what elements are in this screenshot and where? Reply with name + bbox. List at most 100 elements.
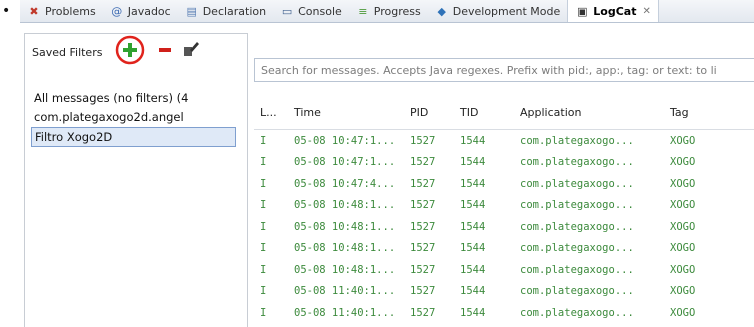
cell-time: 05-08 11:40:1... bbox=[294, 306, 396, 319]
cell-tid: 1544 bbox=[460, 285, 486, 298]
cell-tid: 1544 bbox=[460, 242, 486, 255]
cell-tag: XOGO bbox=[670, 199, 696, 212]
column-header-tag[interactable]: Tag bbox=[664, 95, 754, 130]
cell-tag: XOGO bbox=[670, 263, 696, 276]
development-mode-icon: ◆ bbox=[437, 4, 446, 18]
cell-tag: XOGO bbox=[670, 242, 696, 255]
table-row[interactable]: I 05-08 11:40:1... 1527 1544 com.plategaxogo… bbox=[254, 281, 754, 303]
column-header-pid[interactable]: PID bbox=[404, 95, 454, 130]
problems-icon: ✖ bbox=[29, 4, 39, 18]
log-table: L... Time PID TID Application Tag I 05-08… bbox=[254, 95, 754, 324]
cell-application: com.plategaxogo... bbox=[520, 242, 634, 255]
cell-level: I bbox=[260, 199, 267, 212]
tab-progress[interactable]: ≡ Progress bbox=[349, 0, 428, 22]
table-row[interactable]: I 05-08 10:47:1... 1527 1544 com.plategaxogo… bbox=[254, 130, 754, 152]
column-header-time[interactable]: Time bbox=[288, 95, 404, 130]
cell-application: com.plategaxogo... bbox=[520, 285, 634, 298]
cell-level: I bbox=[260, 285, 267, 298]
view-tab-bar: ✖ Problems @ Javadoc ▤ Declaration ▭ Con… bbox=[20, 0, 754, 23]
cell-tid: 1544 bbox=[460, 177, 486, 190]
tab-label: Problems bbox=[45, 4, 96, 18]
cell-level: I bbox=[260, 156, 267, 169]
saved-filters-title: Saved Filters bbox=[32, 46, 103, 59]
logcat-icon: ▣ bbox=[577, 4, 588, 18]
column-header-level[interactable]: L... bbox=[254, 95, 288, 130]
cell-pid: 1527 bbox=[410, 306, 436, 319]
cell-application: com.plategaxogo... bbox=[520, 263, 634, 276]
edit-icon bbox=[184, 42, 199, 56]
cell-time: 05-08 10:47:1... bbox=[294, 156, 396, 169]
filter-item-app[interactable]: com.plategaxogo2d.angel bbox=[31, 108, 243, 127]
cell-tid: 1544 bbox=[460, 134, 486, 147]
search-input[interactable]: Search for messages. Accepts Java regexe… bbox=[254, 58, 754, 82]
cell-time: 05-08 11:40:1... bbox=[294, 285, 396, 298]
tab-problems[interactable]: ✖ Problems bbox=[20, 0, 103, 22]
cell-tag: XOGO bbox=[670, 156, 696, 169]
remove-filter-button[interactable] bbox=[156, 41, 174, 59]
cell-level: I bbox=[260, 242, 267, 255]
cell-time: 05-08 10:48:1... bbox=[294, 242, 396, 255]
saved-filters-list: All messages (no filters) (4 com.platega… bbox=[31, 89, 243, 147]
cell-level: I bbox=[260, 263, 267, 276]
cell-level: I bbox=[260, 134, 267, 147]
tab-label: Console bbox=[298, 4, 342, 18]
tab-label: Javadoc bbox=[127, 4, 171, 18]
saved-filters-panel: Saved Filters All messages (no filters) … bbox=[24, 33, 248, 327]
table-header-row: L... Time PID TID Application Tag bbox=[254, 95, 754, 130]
tab-development-mode[interactable]: ◆ Development Mode bbox=[428, 0, 568, 22]
table-row[interactable]: I 05-08 10:48:1... 1527 1544 com.plategaxogo… bbox=[254, 238, 754, 260]
console-icon: ▭ bbox=[281, 4, 293, 18]
cell-pid: 1527 bbox=[410, 156, 436, 169]
close-icon[interactable]: ✕ bbox=[642, 6, 650, 17]
cell-tag: XOGO bbox=[670, 306, 696, 319]
tab-label: Progress bbox=[373, 4, 421, 18]
plus-icon bbox=[115, 35, 145, 65]
cell-application: com.plategaxogo... bbox=[520, 220, 634, 233]
filter-item-all-messages[interactable]: All messages (no filters) (4 bbox=[31, 89, 243, 108]
cell-tag: XOGO bbox=[670, 177, 696, 190]
cell-time: 05-08 10:48:1... bbox=[294, 220, 396, 233]
cell-tag: XOGO bbox=[670, 285, 696, 298]
cell-pid: 1527 bbox=[410, 177, 436, 190]
tab-logcat[interactable]: ▣ LogCat ✕ bbox=[567, 0, 659, 22]
tab-javadoc[interactable]: @ Javadoc bbox=[103, 0, 178, 22]
cell-application: com.plategaxogo... bbox=[520, 156, 634, 169]
cell-tid: 1544 bbox=[460, 199, 486, 212]
cell-tid: 1544 bbox=[460, 220, 486, 233]
cell-level: I bbox=[260, 177, 267, 190]
table-row[interactable]: I 05-08 11:40:1... 1527 1544 com.plategaxogo… bbox=[254, 302, 754, 324]
cell-application: com.plategaxogo... bbox=[520, 177, 634, 190]
cell-pid: 1527 bbox=[410, 220, 436, 233]
cell-application: com.plategaxogo... bbox=[520, 199, 634, 212]
table-row[interactable]: I 05-08 10:48:1... 1527 1544 com.plategaxogo… bbox=[254, 195, 754, 217]
list-bullet: • bbox=[2, 3, 11, 19]
table-row[interactable]: I 05-08 10:47:4... 1527 1544 com.plategaxogo… bbox=[254, 173, 754, 195]
table-row[interactable]: I 05-08 10:48:1... 1527 1544 com.plategaxogo… bbox=[254, 216, 754, 238]
tab-console[interactable]: ▭ Console bbox=[273, 0, 349, 22]
log-rows: I 05-08 10:47:1... 1527 1544 com.plategaxogo… bbox=[254, 130, 754, 324]
cell-level: I bbox=[260, 220, 267, 233]
cell-pid: 1527 bbox=[410, 263, 436, 276]
tab-label: Declaration bbox=[202, 4, 267, 18]
cell-pid: 1527 bbox=[410, 242, 436, 255]
column-header-tid[interactable]: TID bbox=[454, 95, 514, 130]
cell-pid: 1527 bbox=[410, 134, 436, 147]
filter-item-filtro-xogo2d[interactable]: Filtro Xogo2D bbox=[31, 127, 236, 147]
add-filter-button[interactable] bbox=[115, 35, 145, 65]
table-row[interactable]: I 05-08 10:47:1... 1527 1544 com.plategaxogo… bbox=[254, 152, 754, 174]
column-header-application[interactable]: Application bbox=[514, 95, 664, 130]
progress-icon: ≡ bbox=[358, 4, 368, 18]
cell-time: 05-08 10:47:1... bbox=[294, 134, 396, 147]
javadoc-icon: @ bbox=[111, 4, 123, 18]
cell-tag: XOGO bbox=[670, 220, 696, 233]
cell-time: 05-08 10:48:1... bbox=[294, 263, 396, 276]
table-row[interactable]: I 05-08 10:48:1... 1527 1544 com.plategaxogo… bbox=[254, 259, 754, 281]
cell-time: 05-08 10:48:1... bbox=[294, 199, 396, 212]
cell-pid: 1527 bbox=[410, 199, 436, 212]
cell-application: com.plategaxogo... bbox=[520, 306, 634, 319]
cell-level: I bbox=[260, 306, 267, 319]
edit-filter-button[interactable] bbox=[180, 38, 202, 60]
tab-declaration[interactable]: ▤ Declaration bbox=[178, 0, 273, 22]
tab-label: LogCat bbox=[593, 4, 637, 18]
tab-label: Development Mode bbox=[452, 4, 561, 18]
